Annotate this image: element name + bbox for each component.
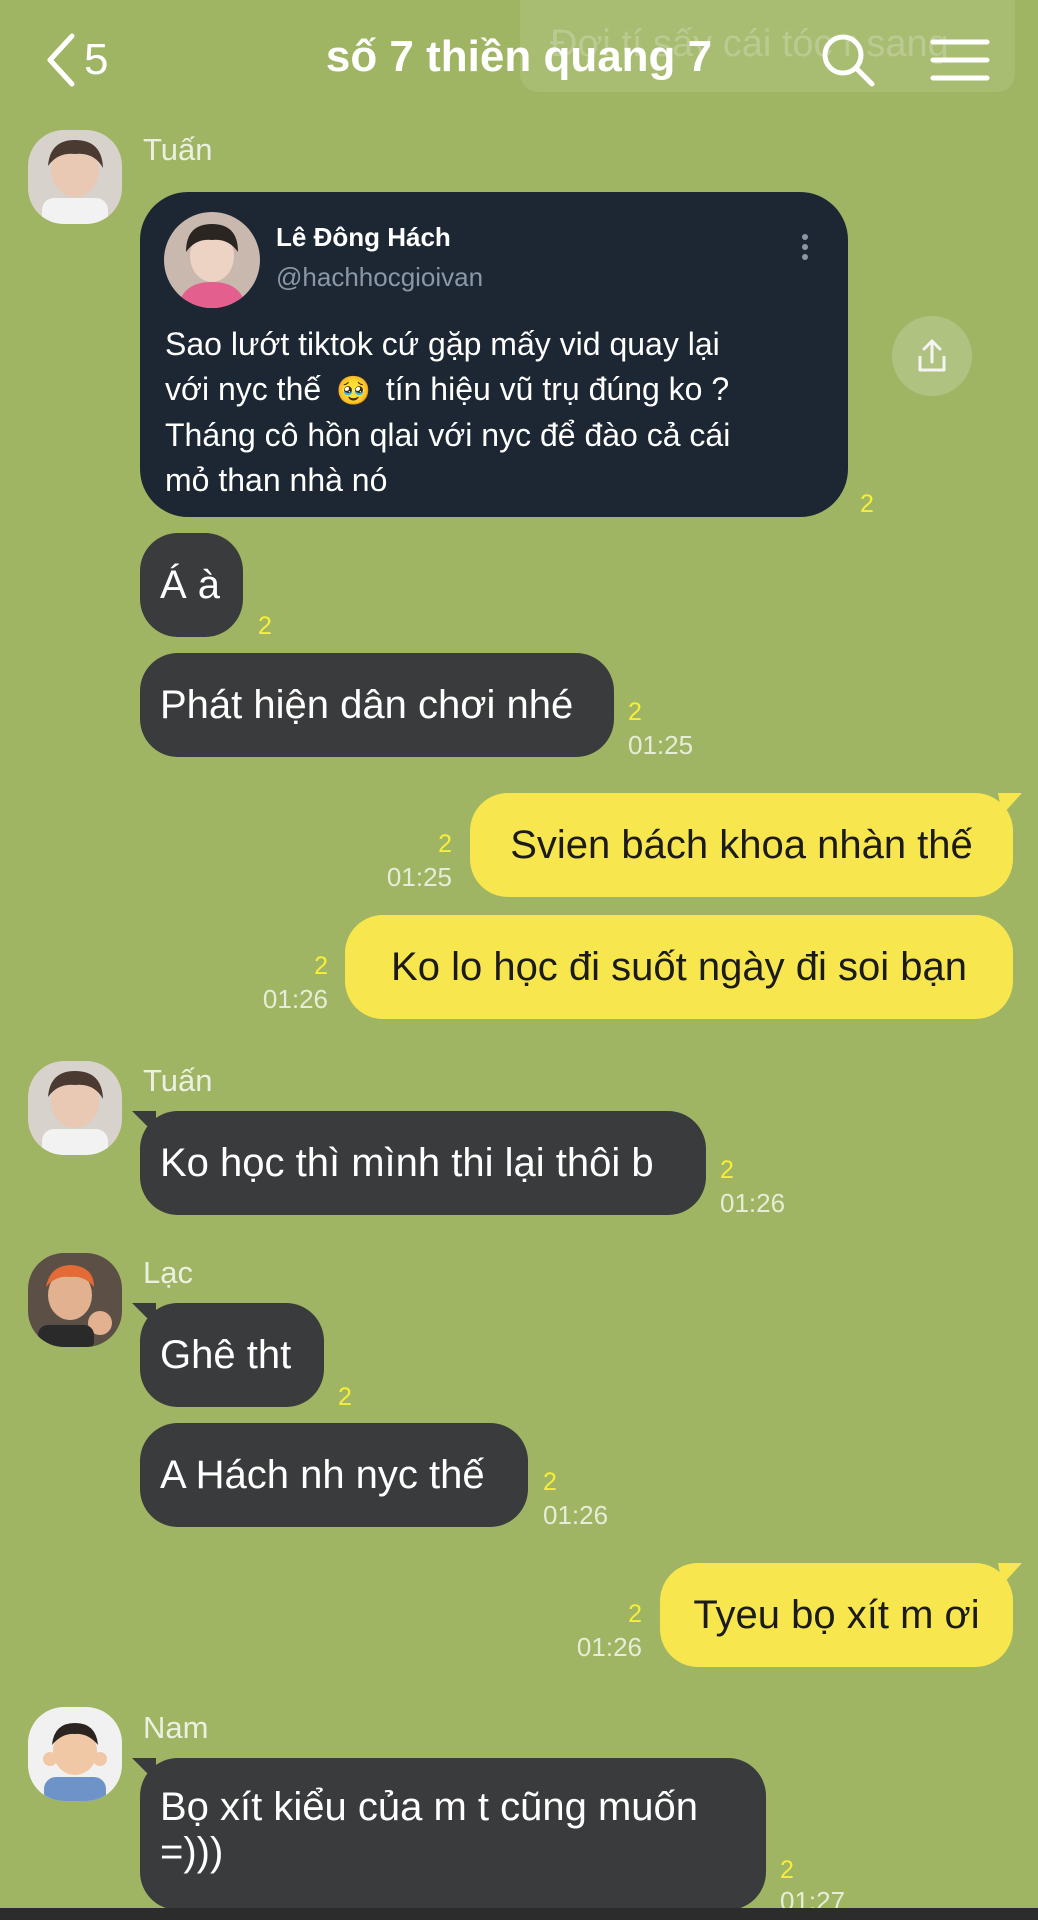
message-text: Ko lo học đi suốt ngày đi soi bạn (391, 945, 967, 989)
message-text: =))) (160, 1830, 224, 1874)
unread-count: 2 (628, 1600, 642, 1628)
sender-name: Nam (143, 1710, 209, 1745)
avatar-tuan[interactable] (28, 1061, 122, 1155)
sender-name: Tuấn (143, 1063, 213, 1098)
more-vertical-icon[interactable] (800, 232, 810, 262)
unread-count: 2 (543, 1468, 557, 1496)
message-bubble-outgoing[interactable]: Tyeu bọ xít m ơi (660, 1563, 1013, 1667)
chat-title: số 7 thiền quang 7 (325, 32, 713, 81)
unread-count: 2 (720, 1156, 734, 1184)
unread-count: 2 (860, 490, 874, 518)
message-time: 01:26 (576, 1632, 642, 1662)
message-bubble-incoming[interactable]: Bọ xít kiểu của m t cũng muốn =))) (140, 1758, 766, 1910)
message-text: Tyeu bọ xít m ơi (693, 1593, 980, 1637)
bubble-tail (998, 793, 1022, 815)
unread-count: 2 (628, 698, 642, 726)
pleading-face-emoji: 🥹 (336, 375, 371, 406)
message-bubble-incoming[interactable]: A Hách nh nyc thế (140, 1423, 528, 1527)
message-time: 01:25 (628, 730, 694, 760)
avatar-nam[interactable] (28, 1707, 122, 1801)
message-bubble-outgoing[interactable]: Svien bách khoa nhàn thế (470, 793, 1013, 897)
bubble-tail (998, 1563, 1022, 1585)
avatar-photo (28, 1253, 122, 1347)
post-text-fragment: với nyc thế (165, 371, 322, 407)
unread-count: 2 (438, 830, 452, 858)
message-bubble-incoming[interactable]: Ko học thì mình thi lại thôi b (140, 1111, 706, 1215)
post-text-line: mỏ than nhà nó (165, 462, 388, 498)
search-icon (822, 34, 875, 87)
message-time: 01:26 (720, 1188, 786, 1218)
message-text: Phát hiện dân chơi nhé (160, 683, 574, 727)
message-bubble-incoming[interactable]: Á à (140, 533, 243, 637)
unread-count: 2 (338, 1383, 352, 1411)
bottom-bar (0, 1908, 1038, 1920)
share-icon (918, 339, 946, 372)
avatar-photo (28, 1707, 122, 1801)
post-text-line: Tháng cô hồn qlai với nyc để đào cả cái (165, 417, 731, 453)
avatar-lac[interactable] (28, 1253, 122, 1347)
avatar-photo (28, 130, 122, 224)
menu-icon (930, 39, 990, 81)
post-author-avatar (164, 212, 260, 308)
unread-count: 2 (258, 612, 272, 640)
unread-count: 2 (314, 952, 328, 980)
post-text-line: với nyc thế 🥹 tín hiệu vũ trụ đúng ko ? (165, 367, 815, 413)
message-time: 01:25 (386, 862, 452, 892)
search-button[interactable] (818, 30, 878, 90)
message-text: Ko học thì mình thi lại thôi b (160, 1141, 654, 1185)
message-text: Svien bách khoa nhàn thế (510, 823, 973, 867)
post-text-line: Sao lướt tiktok cứ gặp mấy vid quay lại (165, 326, 720, 362)
avatar-photo (28, 1061, 122, 1155)
post-author-name: Lê Đông Hách (276, 222, 451, 252)
message-text: Bọ xít kiểu của m t cũng muốn (160, 1785, 699, 1829)
message-text: Ghê tht (160, 1333, 292, 1377)
message-bubble-outgoing[interactable]: Ko lo học đi suốt ngày đi soi bạn (345, 915, 1013, 1019)
message-text: Á à (160, 563, 221, 607)
shared-post-card[interactable]: Lê Đông Hách @hachhocgioivan Sao lướt ti… (140, 192, 848, 517)
message-time: 01:26 (262, 984, 328, 1014)
menu-button[interactable] (930, 30, 990, 90)
message-text: A Hách nh nyc thế (160, 1453, 485, 1497)
message-bubble-incoming[interactable]: Ghê tht (140, 1303, 324, 1407)
post-text: Sao lướt tiktok cứ gặp mấy vid quay lại … (165, 322, 815, 503)
sender-name: Tuấn (143, 132, 213, 167)
post-author-handle: @hachhocgioivan (276, 262, 484, 292)
message-time: 01:26 (543, 1500, 609, 1530)
post-text-fragment: tín hiệu vũ trụ đúng ko ? (385, 371, 730, 407)
message-bubble-incoming[interactable]: Phát hiện dân chơi nhé (140, 653, 614, 757)
unread-count: 2 (780, 1856, 794, 1884)
avatar-tuan[interactable] (28, 130, 122, 224)
sender-name: Lạc (143, 1255, 193, 1290)
share-button[interactable] (892, 316, 972, 396)
